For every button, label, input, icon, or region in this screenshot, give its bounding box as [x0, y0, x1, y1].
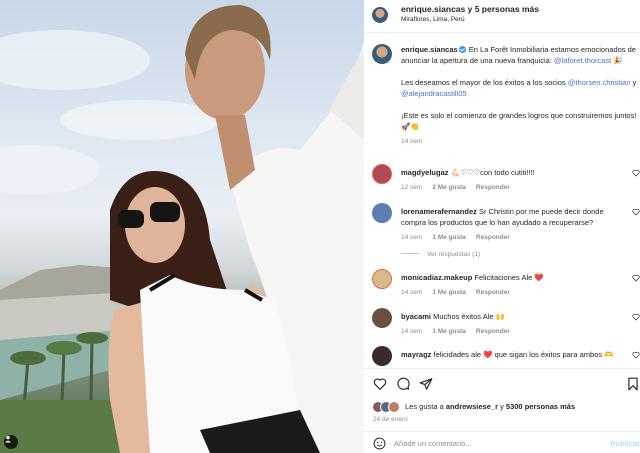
- comment-body: magdyelugaz 💪🏻♡♡♡con todo cutiti!!!! 12 …: [401, 167, 629, 193]
- liker-avatar: [388, 401, 400, 413]
- post-photo[interactable]: [0, 0, 364, 453]
- comment-meta: 14 sem 1 Me gusta Responder: [401, 326, 629, 337]
- likes-mid: y: [498, 401, 506, 411]
- caption-body: enrique.siancas En La Forêt Inmobiliaria…: [401, 44, 640, 147]
- mention-alejandra[interactable]: @alejandracastill05: [401, 89, 467, 98]
- comment-likes[interactable]: 1 Me gusta: [432, 234, 466, 241]
- comment-input[interactable]: [394, 435, 594, 452]
- caption-paragraph-2: Les deseamos el mayor de los éxitos a lo…: [401, 77, 640, 99]
- caption-time[interactable]: 14 sem: [401, 136, 640, 147]
- comment-avatar[interactable]: [372, 346, 392, 366]
- comment-text: Muchos éxitos Ale 🙌: [431, 312, 505, 321]
- comment-text: 💪🏻♡♡♡con todo cutiti!!!!: [448, 168, 535, 177]
- post-comment-button[interactable]: Publicar: [610, 439, 640, 448]
- heart-icon[interactable]: [373, 377, 387, 391]
- caption-avatar[interactable]: [372, 44, 392, 64]
- header-username[interactable]: enrique.siancas: [401, 4, 465, 14]
- comment-body: lorenamerafernandez Sr Christin por me p…: [401, 206, 629, 243]
- comment-time[interactable]: 14 sem: [401, 328, 422, 335]
- liker-avatars: [372, 401, 402, 413]
- post-location[interactable]: Miraflores, Lima, Perú: [401, 16, 465, 23]
- comment-username[interactable]: magdyelugaz: [401, 168, 449, 177]
- header-collaborators[interactable]: y 5 personas más: [465, 4, 539, 14]
- heart-icon[interactable]: [632, 351, 640, 359]
- comment-username[interactable]: mayragz: [401, 350, 431, 359]
- comment-icon[interactable]: [396, 377, 410, 391]
- heart-icon[interactable]: [632, 169, 640, 177]
- view-replies-label: Ver respuestas (1): [427, 251, 481, 258]
- send-icon[interactable]: [419, 377, 433, 391]
- post-date[interactable]: 24 de enero: [373, 416, 408, 423]
- person-icon: [5, 436, 11, 443]
- verified-badge-icon: [458, 46, 466, 53]
- add-comment-bar: Publicar: [364, 431, 640, 453]
- heart-icon[interactable]: [632, 274, 640, 282]
- comment-username[interactable]: monicadiaz.makeup: [401, 273, 472, 282]
- caption-text-2: Les deseamos el mayor de los éxitos a lo…: [401, 78, 568, 87]
- comment-meta: 12 sem 2 Me gusta Responder: [401, 182, 629, 193]
- comment-body: mayragz felicidades ale ❤️ que sigan los…: [401, 349, 629, 360]
- caption-username[interactable]: enrique.siancas: [401, 45, 458, 54]
- comment-avatar[interactable]: [372, 164, 392, 184]
- reply-button[interactable]: Responder: [476, 184, 510, 191]
- post-actions: Les gusta a andrewsiese_r y 5300 persona…: [364, 368, 640, 453]
- likes-summary: Les gusta a andrewsiese_r y 5300 persona…: [372, 401, 575, 413]
- comment-avatar[interactable]: [372, 269, 392, 289]
- photo-illustration: [0, 5, 364, 453]
- comment-username[interactable]: lorenamerafernandez: [401, 207, 477, 216]
- mention-laforet[interactable]: @laforet.thorcast: [554, 56, 611, 65]
- heart-icon[interactable]: [632, 208, 640, 216]
- caption-paragraph-3: ¡Este es solo el comienzo de grandes log…: [401, 111, 637, 131]
- comment-text: Felicitaciones Ale ❤️: [472, 273, 544, 282]
- likes-prefix: Les gusta a: [405, 401, 446, 411]
- post-header: enrique.siancas y 5 personas más Miraflo…: [364, 0, 640, 33]
- comment-text: felicidades ale ❤️ que sigan los éxitos …: [431, 350, 614, 359]
- comment-avatar[interactable]: [372, 203, 392, 223]
- comment-body: monicadiaz.makeup Felicitaciones Ale ❤️ …: [401, 272, 629, 298]
- reply-button[interactable]: Responder: [476, 289, 510, 296]
- tagged-users-button[interactable]: [4, 435, 18, 449]
- author-avatar[interactable]: [372, 7, 388, 23]
- bookmark-icon[interactable]: [626, 377, 640, 391]
- likes-others[interactable]: 5300 personas más: [506, 402, 575, 411]
- comment-time[interactable]: 14 sem: [401, 234, 422, 241]
- comment-likes[interactable]: 1 Me gusta: [432, 328, 466, 335]
- replies-divider: [401, 253, 419, 254]
- post-side-panel: enrique.siancas y 5 personas más Miraflo…: [364, 0, 640, 453]
- comment-likes[interactable]: 1 Me gusta: [432, 289, 466, 296]
- comment-username[interactable]: byacami: [401, 312, 431, 321]
- emoji-icon[interactable]: [373, 437, 386, 450]
- reply-button[interactable]: Responder: [476, 234, 510, 241]
- heart-icon[interactable]: [632, 313, 640, 321]
- comment-meta: 14 sem 1 Me gusta Responder: [401, 232, 629, 243]
- caption-emoji-1: 🎉: [613, 56, 623, 65]
- reply-button[interactable]: Responder: [476, 328, 510, 335]
- caption-paragraph-1: enrique.siancas En La Forêt Inmobiliaria…: [401, 44, 640, 66]
- view-replies-button[interactable]: Ver respuestas (1): [401, 251, 480, 258]
- likes-user[interactable]: andrewsiese_r: [446, 402, 498, 411]
- post-author-line: enrique.siancas y 5 personas más: [401, 4, 539, 14]
- comment-body: byacami Muchos éxitos Ale 🙌 14 sem 1 Me g…: [401, 311, 629, 337]
- comment-time[interactable]: 12 sem: [401, 184, 422, 191]
- mention-thorsen[interactable]: @thorsen.christian: [568, 78, 631, 87]
- comment-time[interactable]: 14 sem: [401, 289, 422, 296]
- comment-meta: 14 sem 1 Me gusta Responder: [401, 287, 629, 298]
- comment-likes[interactable]: 2 Me gusta: [432, 184, 466, 191]
- comment-avatar[interactable]: [372, 308, 392, 328]
- caption-text-2b: y: [630, 78, 637, 87]
